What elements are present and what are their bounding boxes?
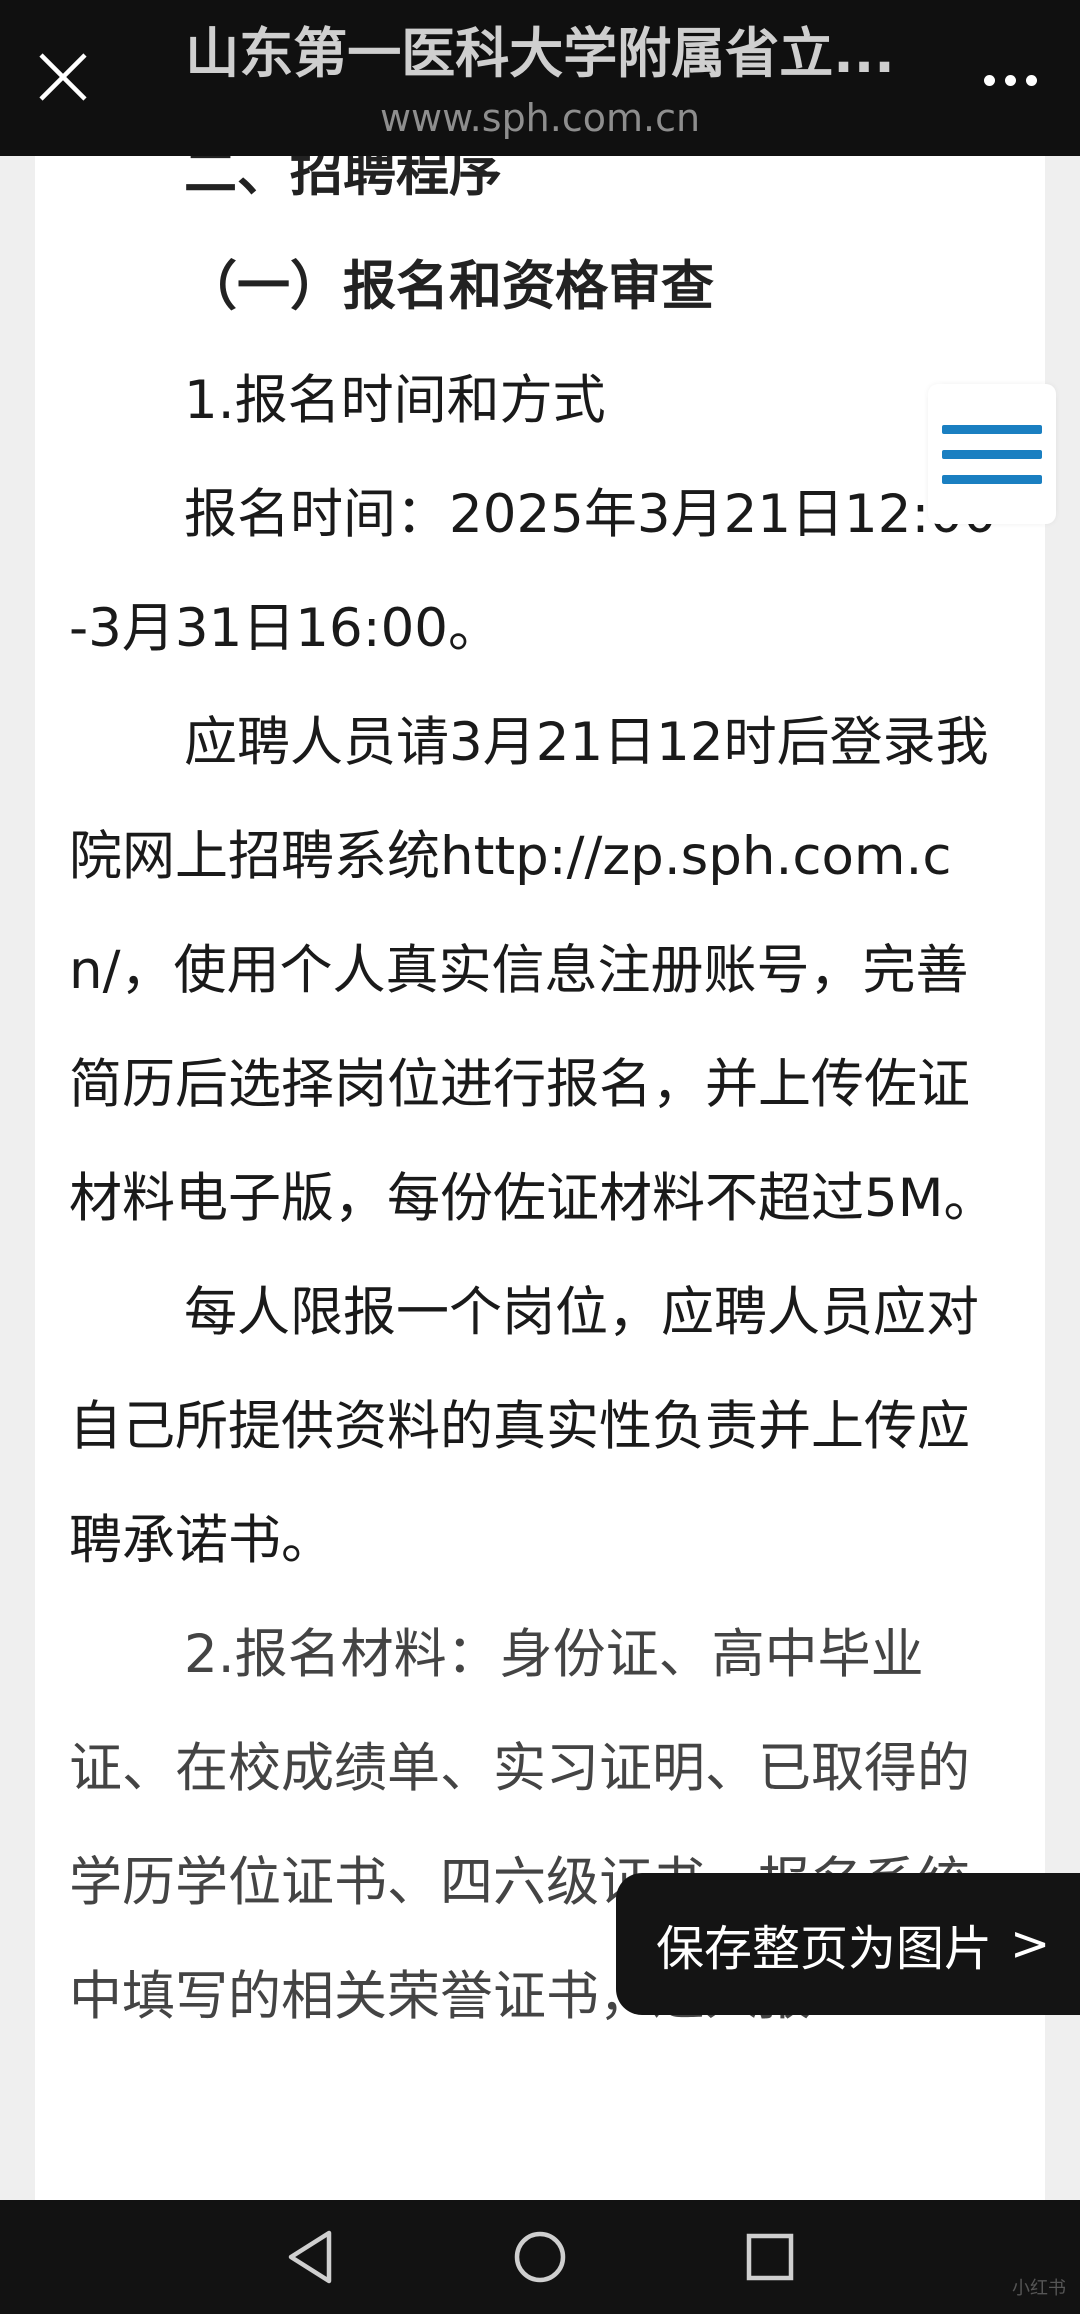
application-limit: 每人限报一个岗位，应聘人员应对自己所提供资料的真实性负责并上传应聘承诺书。 bbox=[69, 1282, 979, 1571]
page-url: www.sph.com.cn bbox=[379, 96, 701, 140]
bottom-fade bbox=[35, 2186, 1045, 2200]
watermark: 小红书 bbox=[1012, 2278, 1066, 2299]
close-button[interactable] bbox=[22, 36, 104, 118]
home-button[interactable] bbox=[500, 2222, 580, 2292]
save-page-label: 保存整页为图片 bbox=[656, 1921, 993, 1977]
floating-menu-button[interactable] bbox=[928, 384, 1056, 524]
browser-top-bar: 山东第一医科大学附属省立... www.sph.com.cn bbox=[0, 0, 1080, 156]
more-icon bbox=[983, 74, 1037, 86]
hamburger-menu-icon bbox=[942, 424, 1042, 484]
back-icon bbox=[288, 2230, 332, 2284]
section-title: 二、招聘程序 bbox=[184, 156, 502, 203]
page-title-block: 山东第一医科大学附属省立... www.sph.com.cn bbox=[150, 14, 930, 142]
item1-title: 1.报名时间和方式 bbox=[184, 370, 606, 431]
registration-time: 报名时间：2025年3月21日12:00-3月31日16:00。 bbox=[69, 484, 997, 659]
more-options-button[interactable] bbox=[970, 40, 1050, 120]
subsection-title: （一）报名和资格审查 bbox=[184, 256, 714, 317]
registration-instructions: 应聘人员请3月21日12时后登录我院网上招聘系统http://zp.sph.co… bbox=[69, 712, 997, 1229]
system-navigation-bar: 小红书 bbox=[0, 2200, 1080, 2314]
save-page-as-image-button[interactable]: 保存整页为图片 > bbox=[616, 1873, 1080, 2015]
recent-apps-button[interactable] bbox=[730, 2222, 810, 2292]
back-button[interactable] bbox=[270, 2222, 350, 2292]
chevron-right-icon: > bbox=[1010, 1916, 1051, 1972]
page-title: 山东第一医科大学附属省立... bbox=[185, 22, 895, 85]
home-icon bbox=[514, 2231, 566, 2283]
close-icon bbox=[39, 53, 87, 101]
recent-apps-icon bbox=[746, 2233, 794, 2281]
